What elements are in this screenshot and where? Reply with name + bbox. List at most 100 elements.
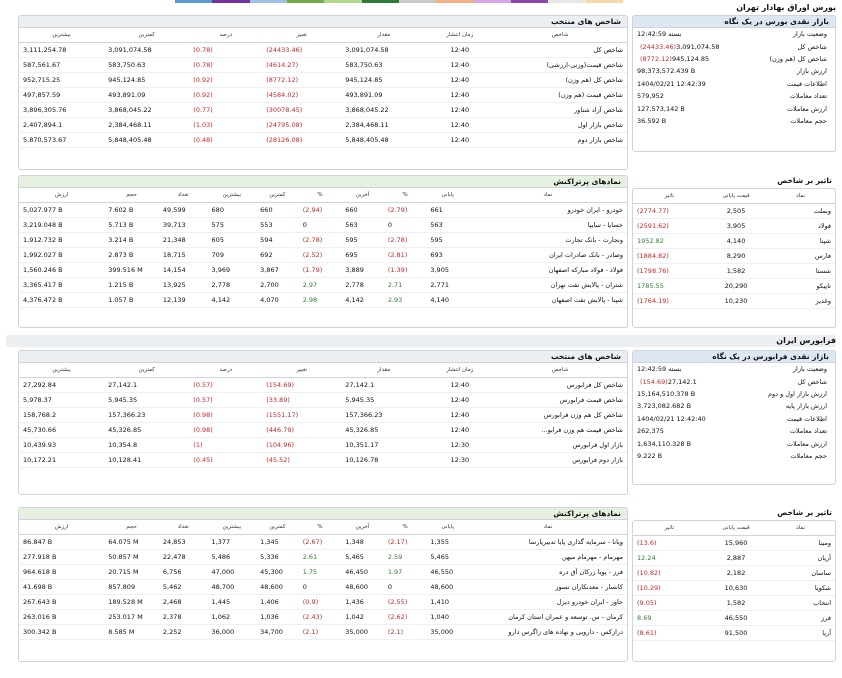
cell-value: (8.61) [633, 625, 706, 641]
cell-value: 1.97 [383, 564, 427, 580]
table-row[interactable]: شستا 1,582 (1798.76) [633, 263, 835, 279]
table-row[interactable]: شکویا 10,630 (10.29) [633, 580, 835, 596]
table-row[interactable]: بازار دوم فرابورس 12:30 10,126.78 (45.52) (0… [19, 452, 627, 468]
snapshot-value: بسته 12:42:59 [633, 363, 724, 375]
table-row[interactable]: آریا 91,500 (8.61) [633, 625, 835, 641]
cell-value: 583,750.63 [341, 57, 427, 73]
cell-value: (13.6) [633, 535, 706, 551]
cell-value: 3,896,305.76 [19, 102, 105, 118]
table-row[interactable]: ومینا 15,960 (13.6) [633, 535, 835, 551]
table-row[interactable]: تاپیکو 20,290 1785.55 [633, 278, 835, 294]
table-row[interactable]: شاخص کل 12:40 3,091,074.58 (24433.46) (0.78)… [19, 42, 627, 58]
table-row[interactable]: شاخص بازار دوم 12:40 5,848,405.48 (28126.08… [19, 132, 627, 148]
cell-value: 48,700 [207, 579, 257, 595]
cell-value: 10,230 [705, 293, 767, 309]
cell-value: 263.016 B [19, 609, 105, 625]
color-strip-segment [548, 0, 586, 3]
table-row[interactable]: ونجارت - بانک تجارت 595 (2.78) 595 (2.78) 594… [19, 232, 627, 248]
table-row[interactable]: فرز 46,550 8.69 [633, 610, 835, 626]
table-row[interactable]: فولاد 3,905 (2591.62) [633, 218, 835, 234]
table-row[interactable]: ساسان 2,182 (10.82) [633, 565, 835, 581]
tse-impact-panel: نماد قیمت پایانی تاثیر وبملت 2,505 (2774.77) ف… [632, 188, 836, 328]
table-row[interactable]: وصادر - بانک صادرات ایران 693 (2.81) 695 (2.… [19, 247, 627, 263]
cell-value: 34,700 [256, 624, 299, 640]
column-header: بیشترین [19, 28, 105, 43]
column-header: تغییر [262, 363, 342, 378]
table-row[interactable]: شاخص کل هم وزن فرابورس 12:40 157,366.23 (15… [19, 407, 627, 423]
snapshot-value-text: 98,373,572.439 B [637, 67, 696, 76]
row-label: کانسار - معدنکاران نسوز [468, 579, 627, 595]
cell-value: 10,351.17 [341, 437, 427, 453]
table-row[interactable]: شاخص قیمت هم وزن فرابو... 12:40 45,326.85(… [19, 422, 627, 438]
table-row[interactable]: خسایا - سایپا 563 0 563 0 553 575 39,713 5.713 B… [19, 217, 627, 233]
row-label: شتران - پالایش نفت تهران [468, 277, 627, 293]
column-header: بیشترین [19, 363, 105, 378]
table-row[interactable]: مهرمام - مهرمام میهن 5,465 2.59 5,465 2.61 5,… [19, 549, 627, 565]
table-row[interactable]: شپنا - پالایش نفت اصفهان 4,140 2.93 4,142 2.… [19, 292, 627, 308]
table-row[interactable]: انتخاب 1,582 (9.05) [633, 595, 835, 611]
row-label: شاخص بازار اول [493, 117, 627, 133]
cell-value: (2.62) [383, 609, 427, 625]
cell-value: 10,128.41 [104, 452, 190, 468]
snapshot-label: ارزش معاملات [786, 439, 827, 448]
snapshot-value: 36.592 B [633, 115, 724, 127]
row-label: شاخص آزاد شناور [493, 102, 627, 118]
cell-value: 20,290 [705, 278, 767, 294]
table-row[interactable]: شاخص آزاد شناور 12:40 3,868,045.22 (30078.4… [19, 102, 627, 118]
table-row[interactable]: فولاد - فولاد مبارکه اصفهان 3,905 (1.39) 3,… [19, 262, 627, 278]
cell-value: (1.39) [383, 262, 427, 278]
table-row[interactable]: کرمان - س. توسعه و عمران استان کرمان 1,04… [19, 609, 627, 625]
table-row[interactable]: شپنا 4,140 1952.82 [633, 233, 835, 249]
table-row[interactable]: شاخص قیمت فرابورس 12:40 5,945.35 (33.89) (0.… [19, 392, 627, 408]
snapshot-label: وضعیت بازار [792, 365, 827, 374]
snapshot-value: (24433.46)3,091,074.58 [633, 40, 724, 52]
column-header: آخرین [341, 188, 384, 203]
ifb-active-table: نماد پایانی% آخرین% کمترین بیشترین تعداد حجم ار… [19, 520, 627, 640]
tse-indices-panel: شاخص های منتخب شاخص زمان انتشار مقدار تغییر… [18, 15, 628, 170]
ifb-active-title: نمادهای پرتراکنش [19, 508, 627, 520]
table-row[interactable]: وغدیر 10,230 (1764.19) [633, 293, 835, 309]
cell-value: 27,142.1 [341, 377, 427, 393]
table-row[interactable]: خودرو - ایران خودرو 661 (2.79) 660 (2.94) 660… [19, 202, 627, 218]
column-header: تعداد [158, 520, 208, 535]
color-strip [175, 0, 623, 3]
snapshot-value-text: 3,091,074.58 [676, 42, 720, 51]
cell-value: 12:30 [426, 437, 494, 453]
ifb-impact-panel: نماد قیمت پایانی تاثیر ومینا 15,960 (13.6) آری… [632, 520, 836, 662]
cell-value: (10.82) [633, 565, 706, 581]
table-row[interactable]: شاخص کل فرابورس 12:40 27,142.1 (154.69) (0.5… [19, 377, 627, 393]
snapshot-label: ارزش بازار [797, 67, 827, 76]
table-row[interactable]: آریان 2,887 12.24 [633, 550, 835, 566]
cell-value: 660 [341, 202, 384, 218]
column-header: مقدار [341, 28, 427, 43]
cell-value: 21,348 [158, 232, 208, 248]
cell-value: 91,500 [705, 625, 767, 641]
table-row[interactable]: شتران - پالایش نفت تهران 2,771 2.71 2,778 2.… [19, 277, 627, 293]
table-row[interactable]: حاور - ایران خودرو دیزل 1,410 (2.55) 1,436(… [19, 594, 627, 610]
cell-value: 3,867 [256, 262, 299, 278]
table-header-row: نماد قیمت پایانی تاثیر [633, 189, 835, 204]
table-row[interactable]: کانسار - معدنکاران نسوز 48,600 0 48,600 0 48,… [19, 579, 627, 595]
table-row[interactable]: شاخص قیمت (هم وزن) 12:40 493,891.09 (4584.0… [19, 87, 627, 103]
row-label: فرز [766, 610, 835, 626]
color-strip-segment [212, 0, 250, 3]
table-row[interactable]: وبملت 2,505 (2774.77) [633, 203, 835, 219]
table-row[interactable]: شاخص بازار اول 12:40 2,384,468.11 (24795.08… [19, 117, 627, 133]
table-row[interactable]: فرز - پویا زرکان آق دره 46,550 1.97 46,450 1… [19, 564, 627, 580]
ifb-snapshot-table: وضعیت بازار بسته 12:42:59 شاخص کل (154.69)2… [633, 363, 835, 462]
color-strip-segment [510, 0, 549, 3]
table-row[interactable]: شاخص قیمت(وزنی-ارزشی) 12:40 583,750.63 (461… [19, 57, 627, 73]
tse-indices-title: شاخص های منتخب [19, 16, 627, 28]
table-row[interactable]: بازار اول فرابورس 12:30 10,351.17 (104.96)(… [19, 437, 627, 453]
table-row[interactable]: شاخص کل (هم وزن) 12:40 945,124.85 (8772.12)… [19, 72, 627, 88]
column-header: قیمت پایانی [705, 189, 767, 204]
row-label: شکویا [766, 580, 835, 596]
row-label: ونجارت - بانک تجارت [468, 232, 627, 248]
cell-value: 583,750.63 [104, 57, 190, 73]
table-row[interactable]: ویانا - سرمایه گذاری پایا تدبیرپارسا 1,35… [19, 534, 627, 550]
snapshot-label: شاخص کل [797, 42, 828, 51]
cell-value: 41.698 B [19, 579, 105, 595]
table-row[interactable]: درازکس - دارویی و نهاده های زاگرس دارو 35… [19, 624, 627, 640]
cell-value: 157,366.23 [341, 407, 427, 423]
table-row[interactable]: فارس 8,290 (1884.82) [633, 248, 835, 264]
